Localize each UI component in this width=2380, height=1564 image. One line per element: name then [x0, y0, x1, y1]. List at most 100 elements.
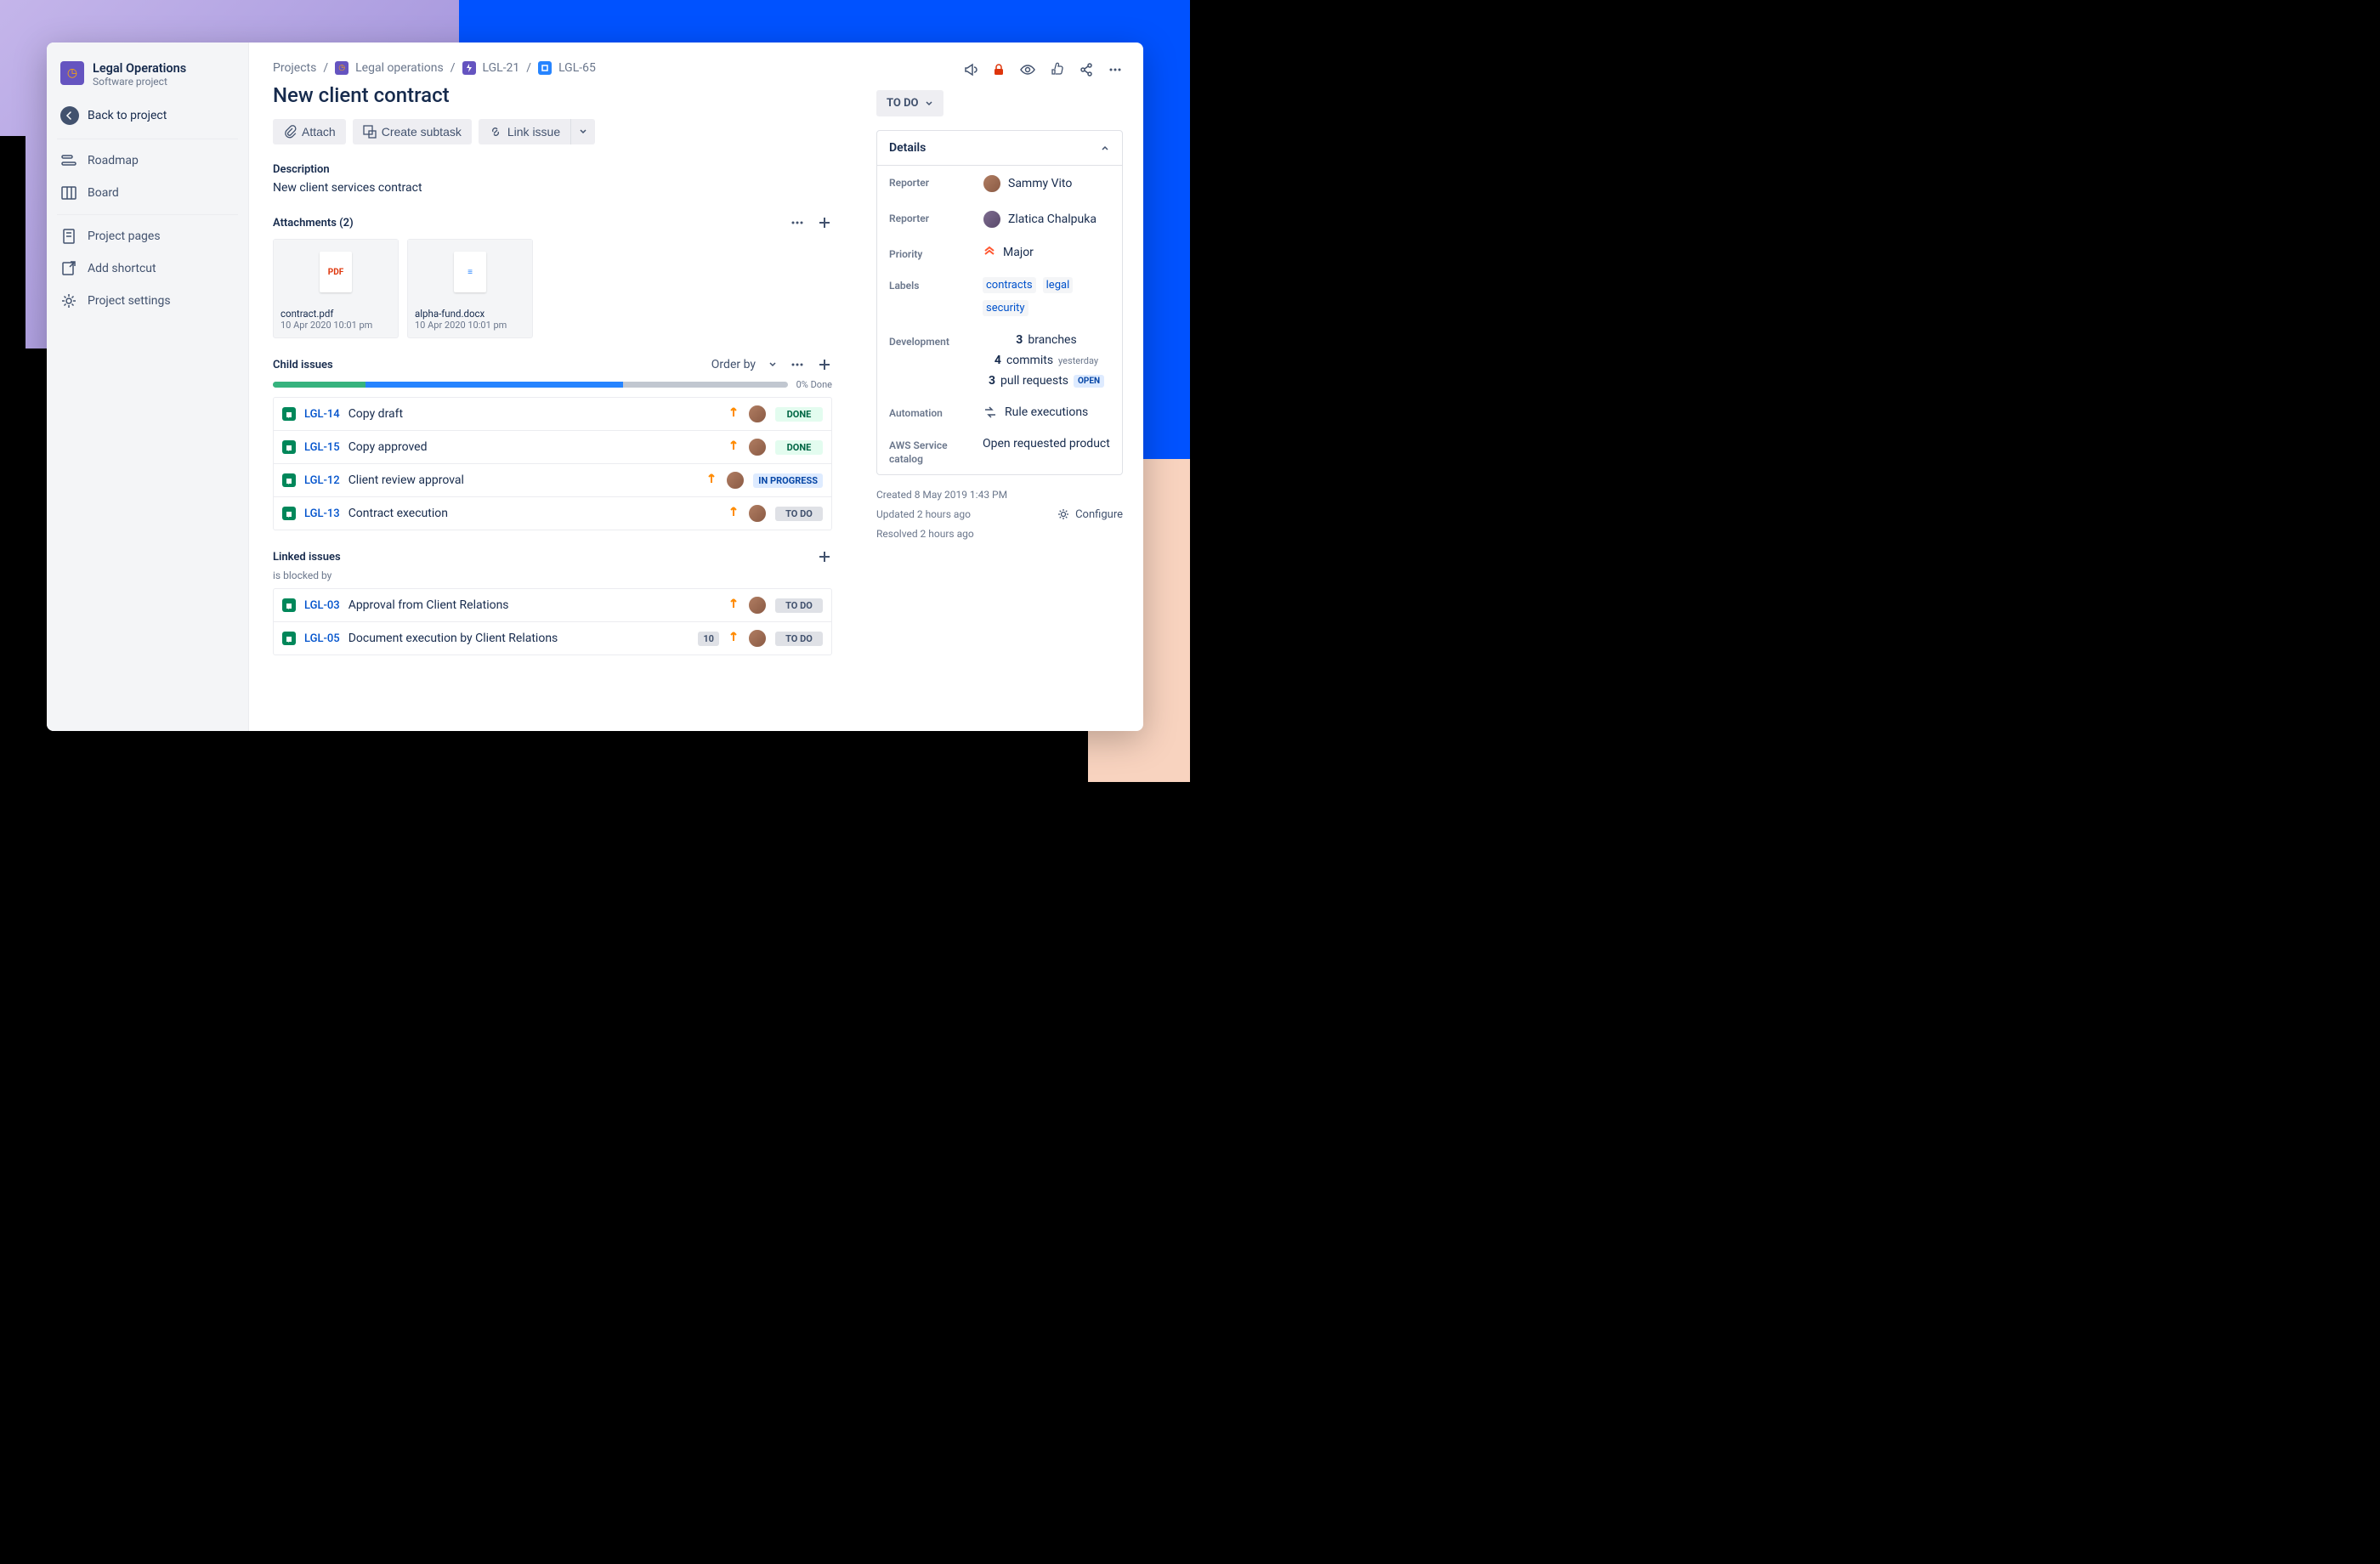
dev-branches[interactable]: 3branches: [1016, 333, 1076, 347]
automation-value[interactable]: Rule executions: [1005, 405, 1088, 419]
attachment-thumb: PDF: [274, 240, 398, 304]
sidebar-item-add-shortcut[interactable]: Add shortcut: [47, 252, 248, 285]
crumb-epic[interactable]: LGL-21: [483, 61, 520, 75]
attachments-list: PDF contract.pdf 10 Apr 2020 10:01 pm≡ a…: [273, 239, 832, 338]
crumb-projects[interactable]: Projects: [273, 61, 316, 75]
more-icon[interactable]: [790, 357, 805, 372]
assignee-avatar[interactable]: [748, 629, 767, 648]
dev-commits[interactable]: 4commitsyesterday: [994, 354, 1098, 367]
issue-title[interactable]: New client contract: [273, 83, 832, 107]
add-icon[interactable]: [817, 549, 832, 564]
more-icon[interactable]: [790, 215, 805, 230]
field-label: Reporter: [889, 174, 972, 189]
status-lozenge[interactable]: DONE: [775, 407, 823, 422]
divider: [57, 214, 238, 215]
field-reporter-2: Reporter Zlatica Chalpuka: [877, 201, 1122, 237]
aws-value[interactable]: Open requested product: [983, 437, 1110, 450]
progress-inprogress: [366, 382, 623, 388]
priority-value[interactable]: Major: [1003, 246, 1034, 259]
status-dropdown[interactable]: TO DO: [876, 90, 944, 116]
project-title: Legal Operations: [93, 61, 186, 76]
dev-text: commits: [1006, 354, 1053, 367]
issue-key[interactable]: LGL-12: [304, 474, 340, 487]
label-chip[interactable]: legal: [1043, 277, 1074, 293]
share-icon[interactable]: [1079, 62, 1094, 77]
field-aws: AWS Service catalog Open requested produ…: [877, 428, 1122, 474]
sidebar-item-roadmap[interactable]: Roadmap: [47, 144, 248, 177]
issue-key[interactable]: LGL-15: [304, 441, 340, 454]
status-lozenge[interactable]: DONE: [775, 440, 823, 455]
status-lozenge[interactable]: TO DO: [775, 598, 823, 613]
issue-row[interactable]: LGL-14 Copy draft DONE: [274, 398, 831, 430]
reporter-name[interactable]: Zlatica Chalpuka: [1008, 212, 1096, 226]
orderby-label[interactable]: Order by: [711, 358, 756, 371]
label-chip[interactable]: contracts: [983, 277, 1036, 293]
description-text[interactable]: New client services contract: [273, 181, 832, 195]
issue-type-icon: [282, 473, 296, 487]
link-issue-button[interactable]: Link issue: [479, 119, 570, 144]
issue-key[interactable]: LGL-03: [304, 599, 340, 612]
assignee-avatar[interactable]: [748, 596, 767, 615]
status-lozenge[interactable]: TO DO: [775, 507, 823, 521]
add-icon[interactable]: [817, 357, 832, 372]
attach-label: Attach: [302, 125, 336, 139]
child-issues-header-row: Child issues Order by: [273, 357, 832, 372]
issue-row[interactable]: LGL-03 Approval from Client Relations TO…: [274, 589, 831, 621]
assignee-avatar[interactable]: [748, 504, 767, 523]
back-to-project[interactable]: Back to project: [47, 98, 248, 133]
automation-icon: [983, 405, 998, 420]
sidebar-item-project-settings[interactable]: Project settings: [47, 285, 248, 317]
issue-key[interactable]: LGL-14: [304, 408, 340, 421]
assignee-avatar[interactable]: [748, 405, 767, 423]
link-issue-dropdown[interactable]: [570, 119, 595, 144]
issue-key[interactable]: LGL-05: [304, 632, 340, 645]
chevron-down-icon[interactable]: [768, 360, 778, 370]
gear-icon: [1057, 507, 1070, 521]
dev-text: branches: [1028, 333, 1076, 347]
attach-button[interactable]: Attach: [273, 119, 346, 144]
more-icon[interactable]: [1108, 62, 1123, 77]
field-label: Priority: [889, 246, 972, 260]
issue-row[interactable]: LGL-13 Contract execution TO DO: [274, 496, 831, 530]
issue-row[interactable]: LGL-12 Client review approval IN PROGRES…: [274, 463, 831, 496]
create-subtask-button[interactable]: Create subtask: [353, 119, 472, 144]
details-label: Details: [889, 141, 926, 155]
link-icon: [489, 125, 502, 139]
sidebar-item-project-pages[interactable]: Project pages: [47, 220, 248, 252]
attachment-card[interactable]: ≡ alpha-fund.docx 10 Apr 2020 10:01 pm: [407, 239, 533, 338]
crumb-project[interactable]: Legal operations: [355, 61, 444, 75]
priority-icon: [728, 631, 740, 646]
issue-type-icon: [282, 632, 296, 645]
separator: /: [450, 61, 456, 75]
issue-key[interactable]: LGL-13: [304, 507, 340, 520]
progress-row: 0% Done: [273, 379, 832, 390]
action-row: Attach Create subtask Link issue: [273, 119, 832, 144]
issue-row[interactable]: LGL-05 Document execution by Client Rela…: [274, 621, 831, 654]
assignee-avatar[interactable]: [748, 438, 767, 456]
vote-icon[interactable]: [1050, 62, 1065, 77]
assignee-avatar[interactable]: [726, 471, 745, 490]
open-badge: OPEN: [1074, 375, 1104, 388]
lock-icon[interactable]: [992, 63, 1006, 76]
priority-icon: [728, 506, 740, 521]
label-chip[interactable]: security: [983, 300, 1028, 316]
attachment-thumb: ≡: [408, 240, 532, 304]
crumb-issue[interactable]: LGL-65: [558, 61, 596, 75]
attachment-name: alpha-fund.docx: [408, 304, 532, 320]
status-lozenge[interactable]: IN PROGRESS: [753, 473, 823, 488]
reporter-name[interactable]: Sammy Vito: [1008, 177, 1072, 190]
details-panel: Details Reporter Sammy Vito Reporter Zla…: [876, 130, 1123, 475]
configure-button[interactable]: Configure: [1057, 507, 1123, 521]
dev-pullrequests[interactable]: 3pull requestsOPEN: [989, 374, 1104, 388]
feedback-icon[interactable]: [963, 62, 978, 77]
status-lozenge[interactable]: TO DO: [775, 632, 823, 646]
details-header[interactable]: Details: [877, 131, 1122, 166]
add-icon[interactable]: [817, 215, 832, 230]
attachment-card[interactable]: PDF contract.pdf 10 Apr 2020 10:01 pm: [273, 239, 399, 338]
sidebar-item-board[interactable]: Board: [47, 177, 248, 209]
issue-row[interactable]: LGL-15 Copy approved DONE: [274, 430, 831, 463]
priority-icon: [728, 439, 740, 455]
child-issues-header: Child issues: [273, 359, 333, 371]
watch-icon[interactable]: [1019, 61, 1036, 78]
project-icon: ◷: [60, 61, 84, 85]
